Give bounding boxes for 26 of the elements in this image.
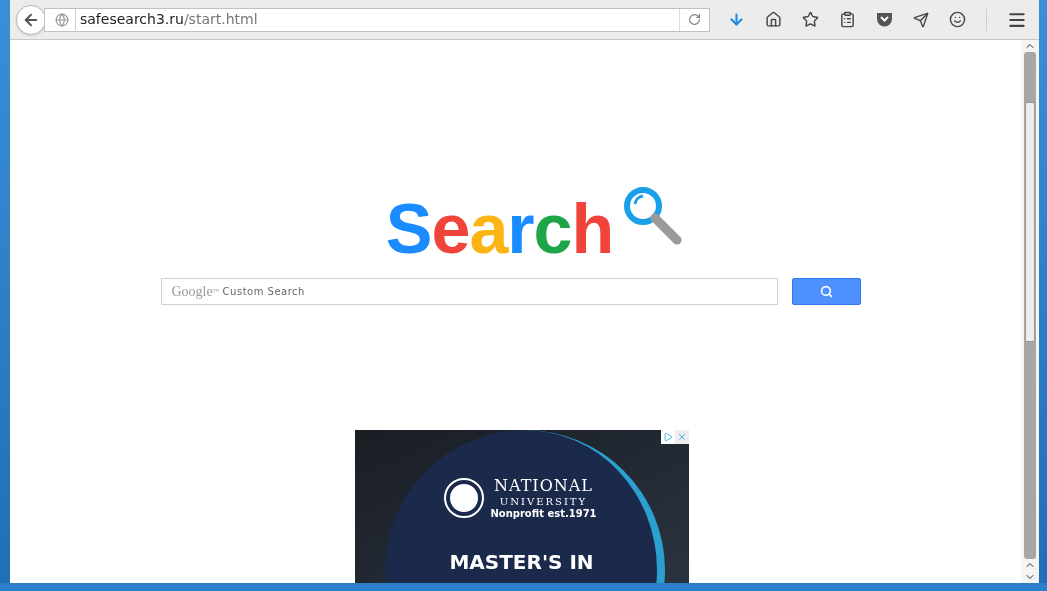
clipboard-icon[interactable] xyxy=(839,11,856,28)
adchoices-icon[interactable] xyxy=(660,429,675,444)
search-icon xyxy=(819,284,833,298)
university-seal-icon xyxy=(446,480,483,517)
star-icon[interactable] xyxy=(802,11,819,28)
address-bar[interactable]: safesearch3.ru/start.html xyxy=(44,7,710,32)
google-label: Google$^{™}$ xyxy=(171,282,219,301)
ad-subtitle: UNIVERSITY xyxy=(499,495,588,509)
url-text: safesearch3.ru/start.html xyxy=(75,9,258,30)
back-button[interactable] xyxy=(16,4,46,35)
scrollbar-thumb[interactable] xyxy=(1025,102,1035,342)
search-input[interactable]: Custom Search xyxy=(222,283,777,299)
ad-tagline: Nonprofit est.1971 xyxy=(490,508,597,521)
ad-title: NATIONAL xyxy=(494,475,593,496)
download-icon[interactable] xyxy=(728,11,745,28)
reload-icon[interactable] xyxy=(688,13,701,26)
send-icon[interactable] xyxy=(913,11,929,28)
search-logo: Search xyxy=(385,193,614,264)
globe-icon xyxy=(55,12,69,27)
scrollbar[interactable] xyxy=(1021,40,1039,583)
pocket-icon[interactable] xyxy=(876,12,893,27)
home-icon[interactable] xyxy=(765,11,782,28)
ad-headline: MASTER'S IN xyxy=(449,548,594,576)
ad-banner[interactable]: NATIONAL UNIVERSITY Nonprofit est.1971 MASTER'S IN xyxy=(354,429,689,583)
search-button[interactable] xyxy=(791,277,861,305)
smiley-icon[interactable] xyxy=(949,11,966,28)
